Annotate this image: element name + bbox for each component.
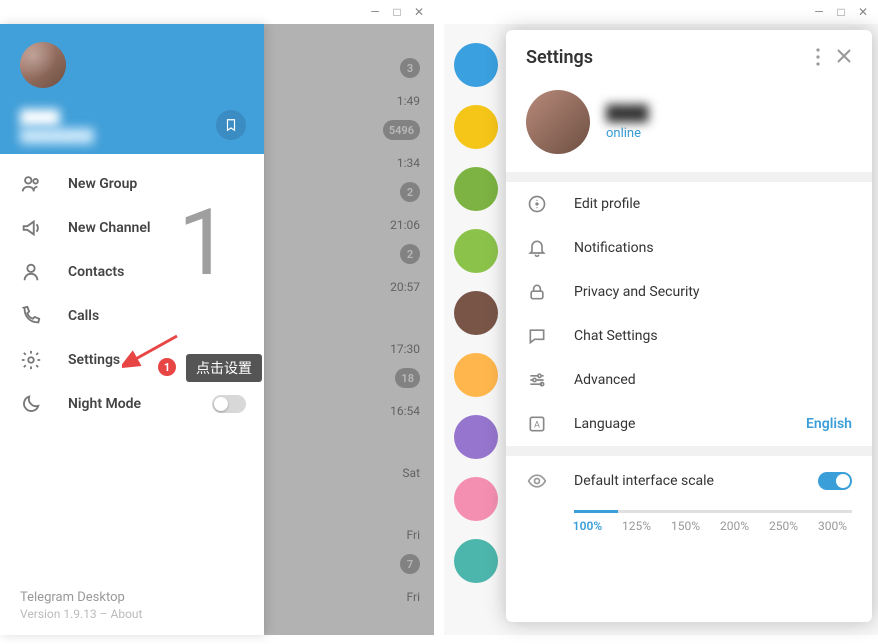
menu-label: New Channel xyxy=(68,220,151,236)
window-titlebar: — □ ✕ xyxy=(0,0,434,24)
lock-icon xyxy=(526,281,548,303)
profile-name: ████ xyxy=(606,104,649,122)
profile-status: online xyxy=(606,126,649,141)
menu-item-calls[interactable]: Calls xyxy=(0,294,264,338)
night-mode-toggle[interactable] xyxy=(212,395,246,413)
avatar xyxy=(454,477,498,521)
scale-option[interactable]: 125% xyxy=(617,519,656,533)
eye-icon xyxy=(526,470,548,492)
avatar xyxy=(454,291,498,335)
drawer-phone: ████████ xyxy=(20,128,94,144)
settings-item-advanced[interactable]: Advanced xyxy=(506,358,872,402)
advanced-icon xyxy=(526,369,548,391)
settings-item-chat[interactable]: Chat Settings xyxy=(506,314,872,358)
avatar xyxy=(454,167,498,211)
lang-icon: A xyxy=(526,413,548,435)
avatar xyxy=(454,43,498,87)
drawer-username: ████ xyxy=(20,109,60,126)
more-icon[interactable] xyxy=(816,48,820,66)
contacts-icon xyxy=(20,261,42,283)
menu-label: Night Mode xyxy=(68,396,141,412)
separator xyxy=(506,172,872,182)
avatar xyxy=(454,105,498,149)
settings-item-label: Edit profile xyxy=(574,196,640,212)
settings-item-label: Notifications xyxy=(574,240,654,256)
settings-item-label: Language xyxy=(574,416,635,432)
avatar xyxy=(454,353,498,397)
window-minimize[interactable]: — xyxy=(368,5,382,19)
settings-item-bell[interactable]: Notifications xyxy=(506,226,872,270)
settings-item-edit[interactable]: Edit profile xyxy=(506,182,872,226)
settings-icon xyxy=(20,349,42,371)
separator xyxy=(506,446,872,456)
window-maximize[interactable]: □ xyxy=(834,5,848,19)
scale-toggle[interactable] xyxy=(818,472,852,490)
main-drawer: ████ ████████ New Group New Channel Cont… xyxy=(0,24,264,635)
interface-scale-section: Default interface scale 100% 125% 150% 200%… xyxy=(506,456,872,543)
menu-label: Calls xyxy=(68,308,99,324)
scale-slider[interactable] xyxy=(574,510,852,513)
chat-icon xyxy=(526,325,548,347)
menu-item-group[interactable]: New Group xyxy=(0,162,264,206)
window-maximize[interactable]: □ xyxy=(390,5,404,19)
annotation-badge: 1 xyxy=(158,358,176,376)
menu-item-contacts[interactable]: Contacts xyxy=(0,250,264,294)
group-icon xyxy=(20,173,42,195)
scale-option[interactable]: 150% xyxy=(666,519,705,533)
settings-item-label: Privacy and Security xyxy=(574,284,700,300)
menu-item-channel[interactable]: New Channel xyxy=(0,206,264,250)
settings-header: Settings xyxy=(506,30,872,84)
settings-profile[interactable]: ████ online xyxy=(506,84,872,172)
avatar xyxy=(454,415,498,459)
scale-label: Default interface scale xyxy=(574,473,714,489)
menu-label: New Group xyxy=(68,176,137,192)
menu-label: Contacts xyxy=(68,264,124,280)
settings-panel: Settings ████ online Edit profile Notifi… xyxy=(506,30,872,622)
channel-icon xyxy=(20,217,42,239)
avatar xyxy=(454,229,498,273)
calls-icon xyxy=(20,305,42,327)
close-icon[interactable] xyxy=(836,48,852,66)
avatar[interactable] xyxy=(20,42,66,88)
saved-messages-button[interactable] xyxy=(216,110,246,140)
bookmark-icon xyxy=(224,118,238,132)
scale-option[interactable]: 300% xyxy=(813,519,852,533)
window-titlebar: — □ ✕ xyxy=(444,0,878,24)
settings-item-label: Advanced xyxy=(574,372,636,388)
bell-icon xyxy=(526,237,548,259)
menu-label: Settings xyxy=(68,352,120,368)
drawer-header: ████ ████████ xyxy=(0,24,264,154)
avatar xyxy=(454,539,498,583)
drawer-footer: Telegram Desktop Version 1.9.13 – About xyxy=(20,590,142,621)
night-icon xyxy=(20,393,42,415)
settings-item-lang[interactable]: A Language English xyxy=(506,402,872,446)
scale-option[interactable]: 250% xyxy=(764,519,803,533)
annotation-callout: 点击设置 xyxy=(186,354,262,382)
scale-option[interactable]: 100% xyxy=(568,519,607,533)
settings-item-label: Chat Settings xyxy=(574,328,658,344)
window-close[interactable]: ✕ xyxy=(412,5,426,19)
edit-icon xyxy=(526,193,548,215)
menu-item-night[interactable]: Night Mode xyxy=(0,382,264,426)
settings-title: Settings xyxy=(526,47,593,68)
app-version[interactable]: Version 1.9.13 – About xyxy=(20,607,142,621)
scale-option[interactable]: 200% xyxy=(715,519,754,533)
svg-text:A: A xyxy=(534,420,540,430)
window-close[interactable]: ✕ xyxy=(856,5,870,19)
window-minimize[interactable]: — xyxy=(812,5,826,19)
avatar xyxy=(526,90,590,154)
settings-item-value: English xyxy=(806,416,852,432)
settings-item-lock[interactable]: Privacy and Security xyxy=(506,270,872,314)
app-name: Telegram Desktop xyxy=(20,590,142,605)
